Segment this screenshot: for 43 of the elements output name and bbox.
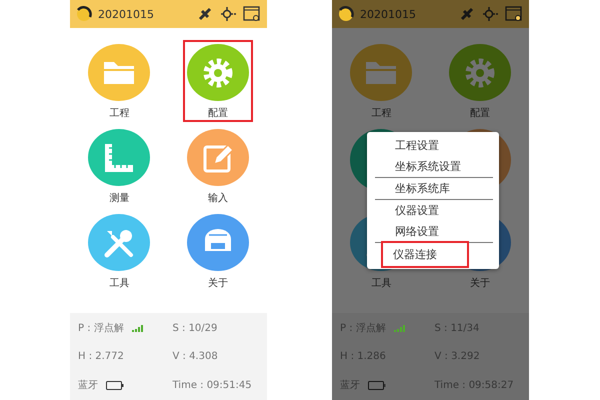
app-label: 关于: [208, 278, 228, 290]
position-status: P : 浮点解: [78, 322, 124, 335]
battery-icon: [368, 380, 386, 390]
app-tile[interactable]: 关于: [182, 210, 253, 292]
menu-item[interactable]: 仪器设置: [367, 200, 499, 221]
logo-icon: [76, 6, 92, 22]
menu-item[interactable]: 坐标系统设置: [367, 156, 499, 177]
app-tile[interactable]: 工程: [84, 40, 154, 122]
logo-icon: [338, 6, 354, 22]
bluetooth-label: 蓝牙: [340, 378, 360, 392]
app-label: 工具: [109, 278, 130, 290]
battery-icon: [106, 380, 124, 390]
satellite-icon[interactable]: [197, 6, 213, 22]
menu-item[interactable]: 工程设置: [367, 135, 499, 156]
time-value: Time : 09:58:27: [434, 380, 514, 390]
menu-item[interactable]: 仪器连接: [383, 243, 467, 266]
menu-item[interactable]: 坐标系统库: [367, 178, 499, 199]
window-icon[interactable]: [505, 6, 523, 22]
date-text: 20201015: [360, 8, 417, 20]
menu-item[interactable]: 网络设置: [367, 221, 499, 242]
app-label: 工具: [371, 278, 392, 290]
app-label: 关于: [470, 278, 490, 290]
height-value: H : 2.772: [78, 351, 124, 362]
signal-icon: [132, 324, 144, 332]
app-label: 工程: [371, 108, 392, 120]
app-label: 测量: [109, 193, 130, 205]
app-tile[interactable]: 测量: [84, 125, 154, 207]
app-tile[interactable]: 工具: [84, 210, 154, 292]
signal-icon: [394, 324, 406, 332]
vertical-value: V : 4.308: [172, 351, 218, 362]
app-label: 工程: [109, 108, 130, 120]
app-label: 输入: [208, 193, 228, 205]
date-text: 20201015: [98, 8, 155, 20]
app-tile[interactable]: 配置: [182, 40, 253, 122]
app-label: 配置: [208, 108, 228, 120]
vertical-value: V : 3.292: [434, 351, 480, 362]
bluetooth-label: 蓝牙: [78, 378, 98, 392]
app-label: 配置: [470, 108, 490, 120]
window-icon[interactable]: [243, 6, 261, 22]
satellite-count: S : 10/29: [172, 322, 218, 334]
crosshair-icon[interactable]: [219, 6, 237, 22]
time-value: Time : 09:51:45: [172, 380, 252, 390]
app-tile[interactable]: 输入: [182, 125, 253, 207]
